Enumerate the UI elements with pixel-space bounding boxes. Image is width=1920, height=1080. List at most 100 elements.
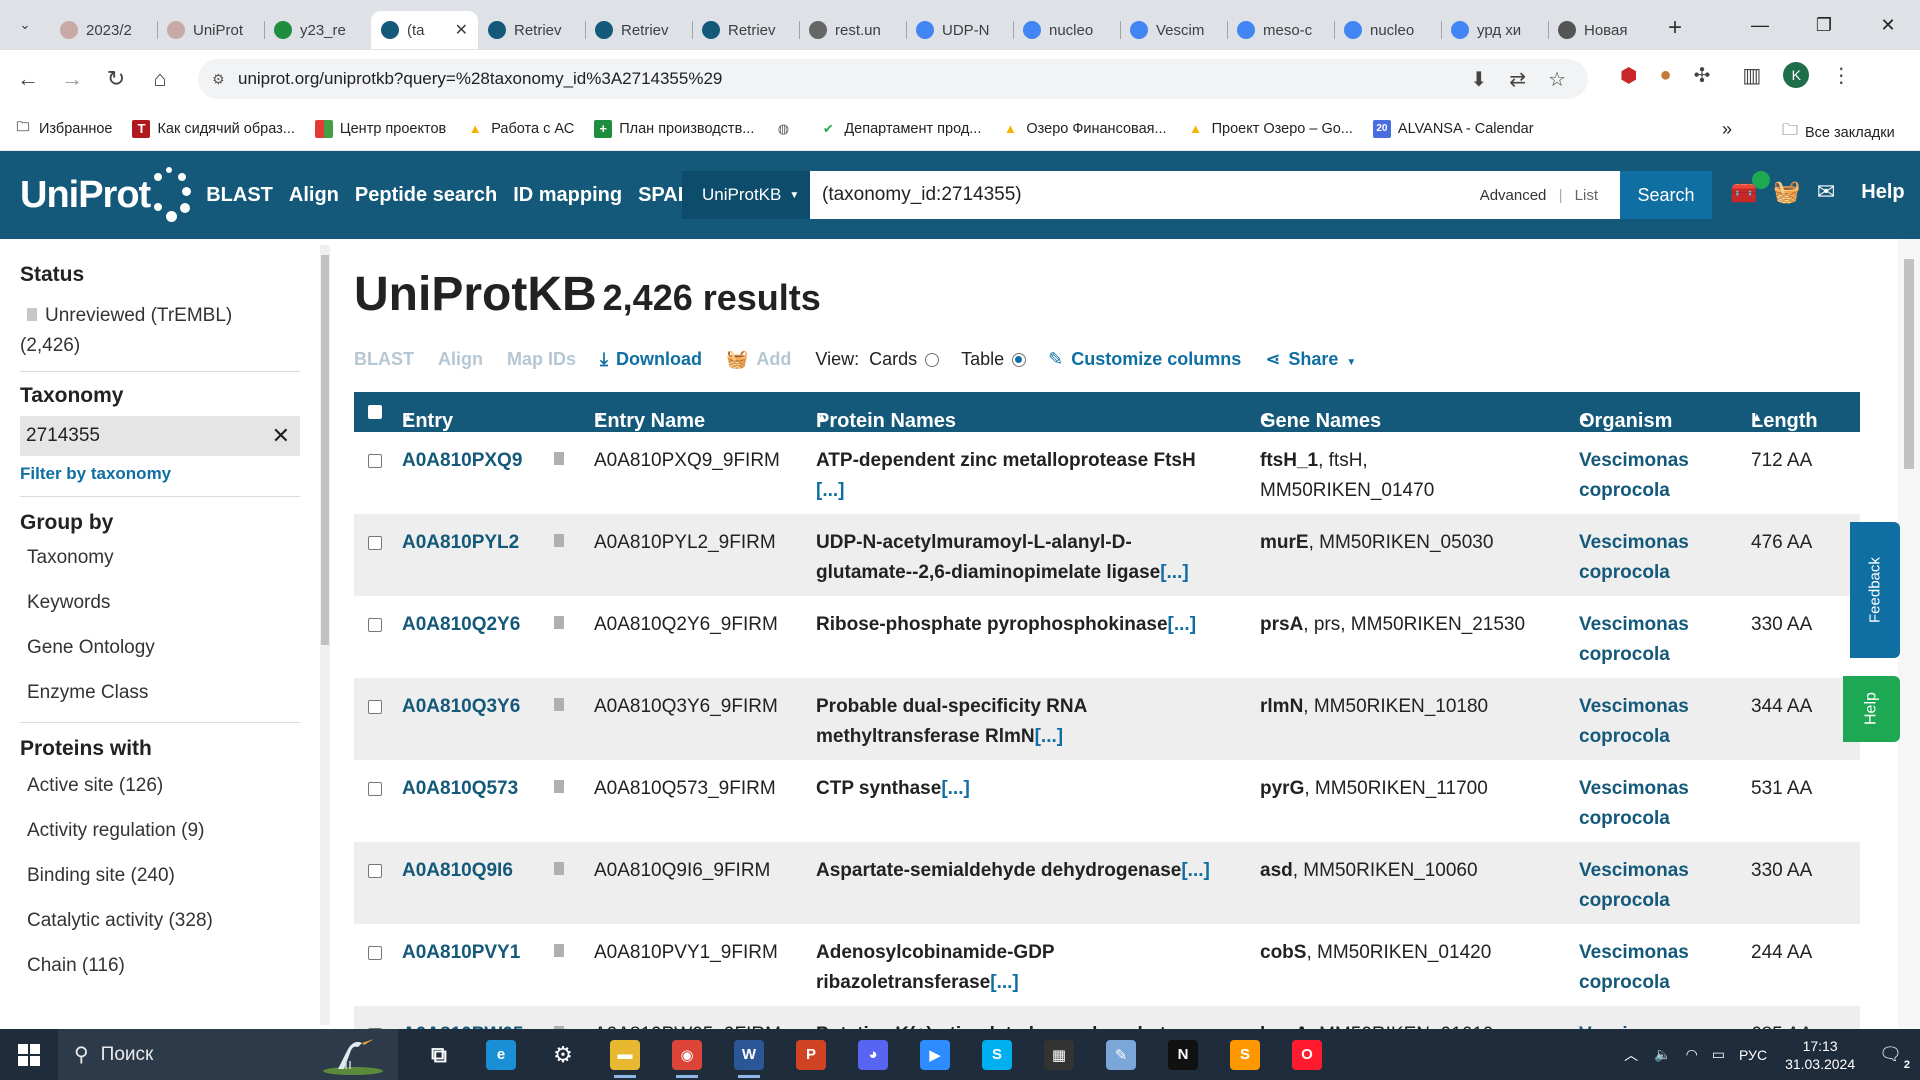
bookmark-item[interactable]: ▲ Работа с АС (466, 120, 574, 138)
organism-link[interactable]: Vescimonas coprocola (1579, 692, 1689, 752)
back-icon[interactable]: ← (6, 57, 50, 101)
wifi-icon[interactable]: ◠ (1686, 1046, 1698, 1063)
row-checkbox[interactable] (368, 864, 382, 878)
taskbar-app[interactable]: ⚙ (532, 1029, 594, 1080)
taskbar-app[interactable]: N (1152, 1029, 1214, 1080)
entry-link[interactable]: A0A810Q9I6 (402, 856, 513, 886)
help-tab[interactable]: Help (1843, 676, 1900, 742)
browser-tab[interactable]: Retriev (478, 11, 585, 49)
extension-shield-icon[interactable]: ⬢ (1620, 63, 1637, 88)
taskbar-app[interactable]: O (1276, 1029, 1338, 1080)
proteins-with-item[interactable]: Active site (126) (27, 775, 318, 797)
row-checkbox[interactable] (368, 618, 382, 632)
close-window-icon[interactable]: ✕ (1856, 0, 1920, 50)
row-checkbox[interactable] (368, 536, 382, 550)
language-indicator[interactable]: РУС (1739, 1047, 1767, 1063)
search-input[interactable]: (taxonomy_id:2714355) Advanced | List (810, 171, 1620, 219)
browser-tab[interactable]: Vescim (1120, 11, 1227, 49)
extensions-puzzle-icon[interactable]: ✣ (1694, 63, 1711, 88)
taskbar-app[interactable]: ▬ (594, 1029, 656, 1080)
restore-icon[interactable]: ❐ (1792, 0, 1856, 50)
organism-link[interactable]: Vescimonas coprocola (1579, 446, 1689, 506)
show-hidden-icons[interactable]: ︿ (1624, 1045, 1638, 1065)
site-info-icon[interactable]: ⚙ (212, 71, 238, 88)
browser-tab[interactable]: Новая (1548, 11, 1655, 49)
main-scrollbar[interactable] (1898, 239, 1920, 1029)
taskbar-app[interactable]: ◉ (656, 1029, 718, 1080)
align-action-button[interactable]: Align (438, 349, 483, 370)
entry-link[interactable]: A0A810Q573 (402, 774, 518, 804)
entry-link[interactable]: A0A810Q3Y6 (402, 692, 520, 722)
expand-protein-names-link[interactable]: [...] (1181, 860, 1210, 881)
basket-icon[interactable]: 🧺 (1773, 179, 1800, 205)
nav-link-id-mapping[interactable]: ID mapping (513, 184, 622, 207)
new-tab-button[interactable]: + (1655, 14, 1695, 42)
bookmark-item[interactable]: ▲ Озеро Финансовая... (1001, 120, 1167, 138)
expand-protein-names-link[interactable]: [...] (990, 972, 1019, 993)
expand-protein-names-link[interactable]: [...] (816, 480, 845, 501)
proteins-with-item[interactable]: Chain (116) (27, 955, 318, 977)
advanced-search-link[interactable]: Advanced (1480, 187, 1547, 204)
cards-view-radio[interactable] (925, 352, 940, 367)
bookmark-item[interactable]: T Как сидячий образ... (132, 119, 295, 138)
browser-tab[interactable]: (ta ✕ (371, 11, 478, 49)
search-button[interactable]: Search (1620, 171, 1712, 219)
database-select[interactable]: UniProtKB ▼ (682, 171, 810, 219)
browser-tab[interactable]: Retriev (692, 11, 799, 49)
feedback-tab[interactable]: Feedback (1850, 522, 1900, 658)
select-all-checkbox[interactable] (368, 405, 382, 419)
proteins-with-item[interactable]: Binding site (240) (27, 865, 318, 887)
taskbar-app[interactable]: ✎ (1090, 1029, 1152, 1080)
browser-tab[interactable]: rest.un (799, 11, 906, 49)
browser-tab[interactable]: UniProt (157, 11, 264, 49)
table-view-radio[interactable] (1012, 352, 1027, 367)
clock[interactable]: 17:13 31.03.2024 (1785, 1037, 1855, 1073)
battery-icon[interactable]: ▭ (1712, 1046, 1725, 1063)
notifications-icon[interactable]: 🗨 2 (1879, 1044, 1910, 1071)
browser-tab[interactable]: nucleo (1013, 11, 1120, 49)
group-by-item[interactable]: Taxonomy (27, 547, 318, 569)
group-by-item[interactable]: Keywords (27, 592, 318, 614)
main-scroll-thumb[interactable] (1904, 259, 1914, 469)
taskbar-app[interactable]: ▦ (1028, 1029, 1090, 1080)
tools-icon[interactable]: 🧰 (1730, 179, 1757, 205)
entry-link[interactable]: A0A810PVY1 (402, 938, 520, 968)
address-bar[interactable]: ⚙ uniprot.org/uniprotkb?query=%28taxonom… (198, 59, 1588, 99)
taskbar-app[interactable]: ▶ (904, 1029, 966, 1080)
browser-tab[interactable]: y23_re (264, 11, 371, 49)
organism-link[interactable]: Vescimonas coprocola (1579, 938, 1689, 998)
bookmark-item[interactable]: Центр проектов (314, 119, 446, 138)
more-bookmarks-icon[interactable]: » (1722, 119, 1732, 140)
taskbar-app[interactable]: ⧉ (408, 1029, 470, 1080)
browser-tab[interactable]: meso-c (1227, 11, 1334, 49)
chrome-menu-icon[interactable]: ⋮ (1831, 63, 1851, 88)
bookmark-item[interactable]: 🗀 Избранное (14, 119, 112, 138)
expand-protein-names-link[interactable]: [...] (1168, 614, 1197, 635)
entry-link[interactable]: A0A810PXQ9 (402, 446, 522, 476)
extension-avatar-icon[interactable]: ● (1659, 64, 1671, 87)
organism-link[interactable]: Vescimonas coprocola (1579, 774, 1689, 834)
entry-link[interactable]: A0A810Q2Y6 (402, 610, 520, 640)
proteins-with-item[interactable]: Catalytic activity (328) (27, 910, 318, 932)
organism-link[interactable]: Vescimonas (1579, 1020, 1689, 1029)
expand-protein-names-link[interactable]: [...] (1035, 726, 1064, 747)
bookmark-item[interactable]: + План производств... (594, 119, 754, 138)
sidebar-scroll-thumb[interactable] (321, 255, 329, 645)
install-app-icon[interactable]: ⬇ (1471, 67, 1488, 92)
volume-icon[interactable]: 🔈 (1654, 1046, 1671, 1063)
close-tab-icon[interactable]: ✕ (455, 20, 468, 40)
row-checkbox[interactable] (368, 700, 382, 714)
browser-tab[interactable]: урд хи (1441, 11, 1548, 49)
nav-link-align[interactable]: Align (289, 184, 339, 207)
table-row[interactable]: A0A810Q573 A0A810Q573_9FIRM CTP synthase[.… (354, 760, 1860, 842)
taskbar-app[interactable]: e (470, 1029, 532, 1080)
entry-link[interactable]: A0A810PW05 (402, 1020, 523, 1029)
bookmark-item[interactable]: ◍ (774, 120, 799, 138)
start-button[interactable] (0, 1043, 58, 1066)
uniprot-logo[interactable]: UniProt (20, 167, 192, 223)
bookmark-item[interactable]: 20 ALVANSA - Calendar (1372, 119, 1534, 138)
table-row[interactable]: A0A810Q3Y6 A0A810Q3Y6_9FIRM Probable dual-… (354, 678, 1860, 760)
group-by-item[interactable]: Enzyme Class (27, 682, 318, 704)
organism-link[interactable]: Vescimonas coprocola (1579, 610, 1689, 670)
table-row[interactable]: A0A810Q2Y6 A0A810Q2Y6_9FIRM Ribose-phospha… (354, 596, 1860, 678)
